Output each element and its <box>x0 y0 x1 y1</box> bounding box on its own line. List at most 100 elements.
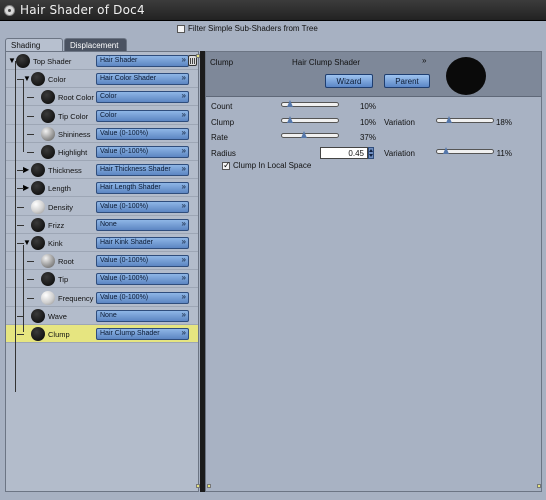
tab-shading[interactable]: Shading <box>5 38 63 52</box>
tree-connector-line <box>23 80 24 152</box>
shader-thumbnail <box>31 236 45 250</box>
tree-item-label: Shininess <box>58 129 91 139</box>
shader-type-select[interactable]: None » <box>96 309 189 322</box>
tree-row-highlight[interactable]: Highlight Value (0-100%) » <box>6 143 198 161</box>
shader-thumbnail <box>41 290 55 305</box>
tree-connector-line <box>17 206 24 208</box>
shader-type-select[interactable]: None » <box>96 218 189 231</box>
tree-row-frizz[interactable]: Frizz None » <box>6 216 198 234</box>
tree-row-frequency[interactable]: Frequency Value (0-100%) » <box>6 289 198 307</box>
tree-row-tip[interactable]: Tip Value (0-100%) » <box>6 270 198 289</box>
dropdown-arrow-icon: » <box>181 291 186 301</box>
tree-row-clump[interactable]: Clump Hair Clump Shader » <box>6 325 198 343</box>
tree-connector-line <box>17 243 24 244</box>
tree-row-color[interactable]: ▼ Color Hair Color Shader » <box>6 70 198 89</box>
clump-label: Clump <box>211 118 235 127</box>
shader-type-select[interactable]: Hair Length Shader » <box>96 182 189 195</box>
tree-item-label: Highlight <box>58 148 88 157</box>
details-menu-arrow-icon[interactable]: » <box>422 56 426 65</box>
shader-thumbnail <box>31 199 45 214</box>
shader-thumbnail <box>41 272 55 287</box>
shader-type-select[interactable]: Value (0-100%) » <box>96 255 189 268</box>
clump-local-space-option[interactable]: Clump In Local Space <box>222 160 312 171</box>
tree-connector-line <box>17 224 24 226</box>
tree-item-label: Frizz <box>48 220 65 230</box>
filter-subshaders-option[interactable]: Filter Simple Sub-Shaders from Tree <box>177 24 318 33</box>
shader-type-select[interactable]: Color » <box>96 109 189 122</box>
tab-displacement[interactable]: Displacement <box>64 38 127 52</box>
rate-label: Rate <box>211 133 228 142</box>
details-name: Clump <box>210 58 234 67</box>
shader-thumbnail <box>41 254 55 269</box>
shader-type-select[interactable]: Value (0-100%) » <box>96 291 189 304</box>
tree-item-label: Frequency <box>58 293 94 303</box>
left-panel-resize-handle[interactable] <box>196 54 200 58</box>
shader-type-select[interactable]: Color » <box>96 91 189 104</box>
shader-type-select[interactable]: Hair Color Shader » <box>96 73 189 86</box>
tree-row-root-color[interactable]: Root Color Color » <box>6 88 198 107</box>
tree-row-tip-color[interactable]: Tip Color Color » <box>6 107 198 125</box>
tree-item-label: Root Color <box>58 93 94 103</box>
dropdown-arrow-icon: » <box>181 309 186 319</box>
tree-item-label: Color <box>48 75 66 85</box>
shader-type-select[interactable]: Hair Kink Shader » <box>96 237 189 249</box>
shader-type-value: Value (0-100%) <box>100 129 149 137</box>
collapse-triangle-icon[interactable]: ▼ <box>23 75 31 83</box>
collapse-triangle-icon[interactable]: ▼ <box>23 239 31 247</box>
tree-row-wave[interactable]: Wave None » <box>6 307 198 325</box>
tree-row-top-shader[interactable]: ▼ Top Shader Hair Shader» <box>6 52 198 70</box>
shader-type-select[interactable]: Value (0-100%) » <box>96 273 189 286</box>
shader-type-select[interactable]: Value (0-100%) » <box>96 127 189 140</box>
tree-row-root[interactable]: Root Value (0-100%) » <box>6 252 198 271</box>
left-panel-resize-handle[interactable] <box>196 484 200 488</box>
shader-type-select[interactable]: Hair Clump Shader » <box>96 328 189 340</box>
shader-thumbnail <box>41 90 55 105</box>
tree-connector-line <box>27 297 34 299</box>
right-panel-resize-handle[interactable] <box>537 484 541 488</box>
wizard-button[interactable]: Wizard <box>325 74 373 88</box>
tree-row-length[interactable]: ▶ Length Hair Length Shader» <box>6 179 198 198</box>
shader-thumbnail <box>31 327 45 341</box>
tree-connector-line <box>23 245 24 332</box>
shader-thumbnail <box>31 181 45 196</box>
tree-item-label: Density <box>48 202 74 212</box>
filter-subshaders-checkbox[interactable] <box>177 24 185 33</box>
rate-slider[interactable] <box>281 131 339 138</box>
shader-type-select[interactable]: Value (0-100%) » <box>96 146 189 158</box>
shader-tree-panel: ▼ Top Shader Hair Shader » ▼ Color Hair Color … <box>5 51 199 492</box>
shader-type-value: Value (0-100%) <box>100 202 149 210</box>
clump-slider[interactable] <box>281 116 339 123</box>
clump-variation-value: 18% <box>495 118 512 127</box>
radius-stepper[interactable] <box>368 147 374 159</box>
dropdown-arrow-icon: » <box>181 73 186 83</box>
window-title: Hair Shader of Doc4 <box>20 3 145 17</box>
dropdown-arrow-icon: » <box>181 91 186 101</box>
clump-local-space-checkbox[interactable] <box>222 160 231 171</box>
shader-type-select[interactable]: Hair Thickness Shader » <box>96 164 189 177</box>
title-bar: Hair Shader of Doc4 <box>0 0 546 21</box>
shader-type-value: Hair Length Shader <box>100 184 161 192</box>
shader-thumbnail <box>31 217 45 232</box>
window-close-icon[interactable] <box>4 5 15 16</box>
shader-type-value: Hair Shader <box>100 57 138 64</box>
dropdown-arrow-icon: » <box>181 55 186 64</box>
clump-local-space-label: Clump In Local Space <box>233 161 312 170</box>
tree-connector-line <box>27 279 34 281</box>
right-panel-resize-handle[interactable] <box>207 484 211 488</box>
tree-row-density[interactable]: Density Value (0-100%) » <box>6 198 198 216</box>
shader-preview-sphere <box>446 57 486 95</box>
parent-button[interactable]: Parent <box>384 74 430 88</box>
radius-field[interactable]: 0.45 <box>320 147 368 159</box>
tree-item-label: Length <box>48 184 71 194</box>
shader-type-select[interactable]: Hair Shader » <box>96 55 189 67</box>
count-slider[interactable] <box>281 100 339 107</box>
dropdown-arrow-icon: » <box>181 127 186 137</box>
tree-connector-line <box>27 261 34 263</box>
tree-row-shininess[interactable]: Shininess Value (0-100%) » <box>6 125 198 143</box>
tree-row-thickness[interactable]: ▶ Thickness Hair Thickness Shader» <box>6 161 198 180</box>
shader-type-select[interactable]: Value (0-100%) » <box>96 200 189 213</box>
tree-row-kink[interactable]: ▼ Kink Hair Kink Shader » <box>6 234 198 252</box>
tree-connector-line <box>17 170 24 172</box>
tree-connector-line <box>17 188 24 190</box>
shader-type-value: Hair Thickness Shader <box>100 166 171 174</box>
